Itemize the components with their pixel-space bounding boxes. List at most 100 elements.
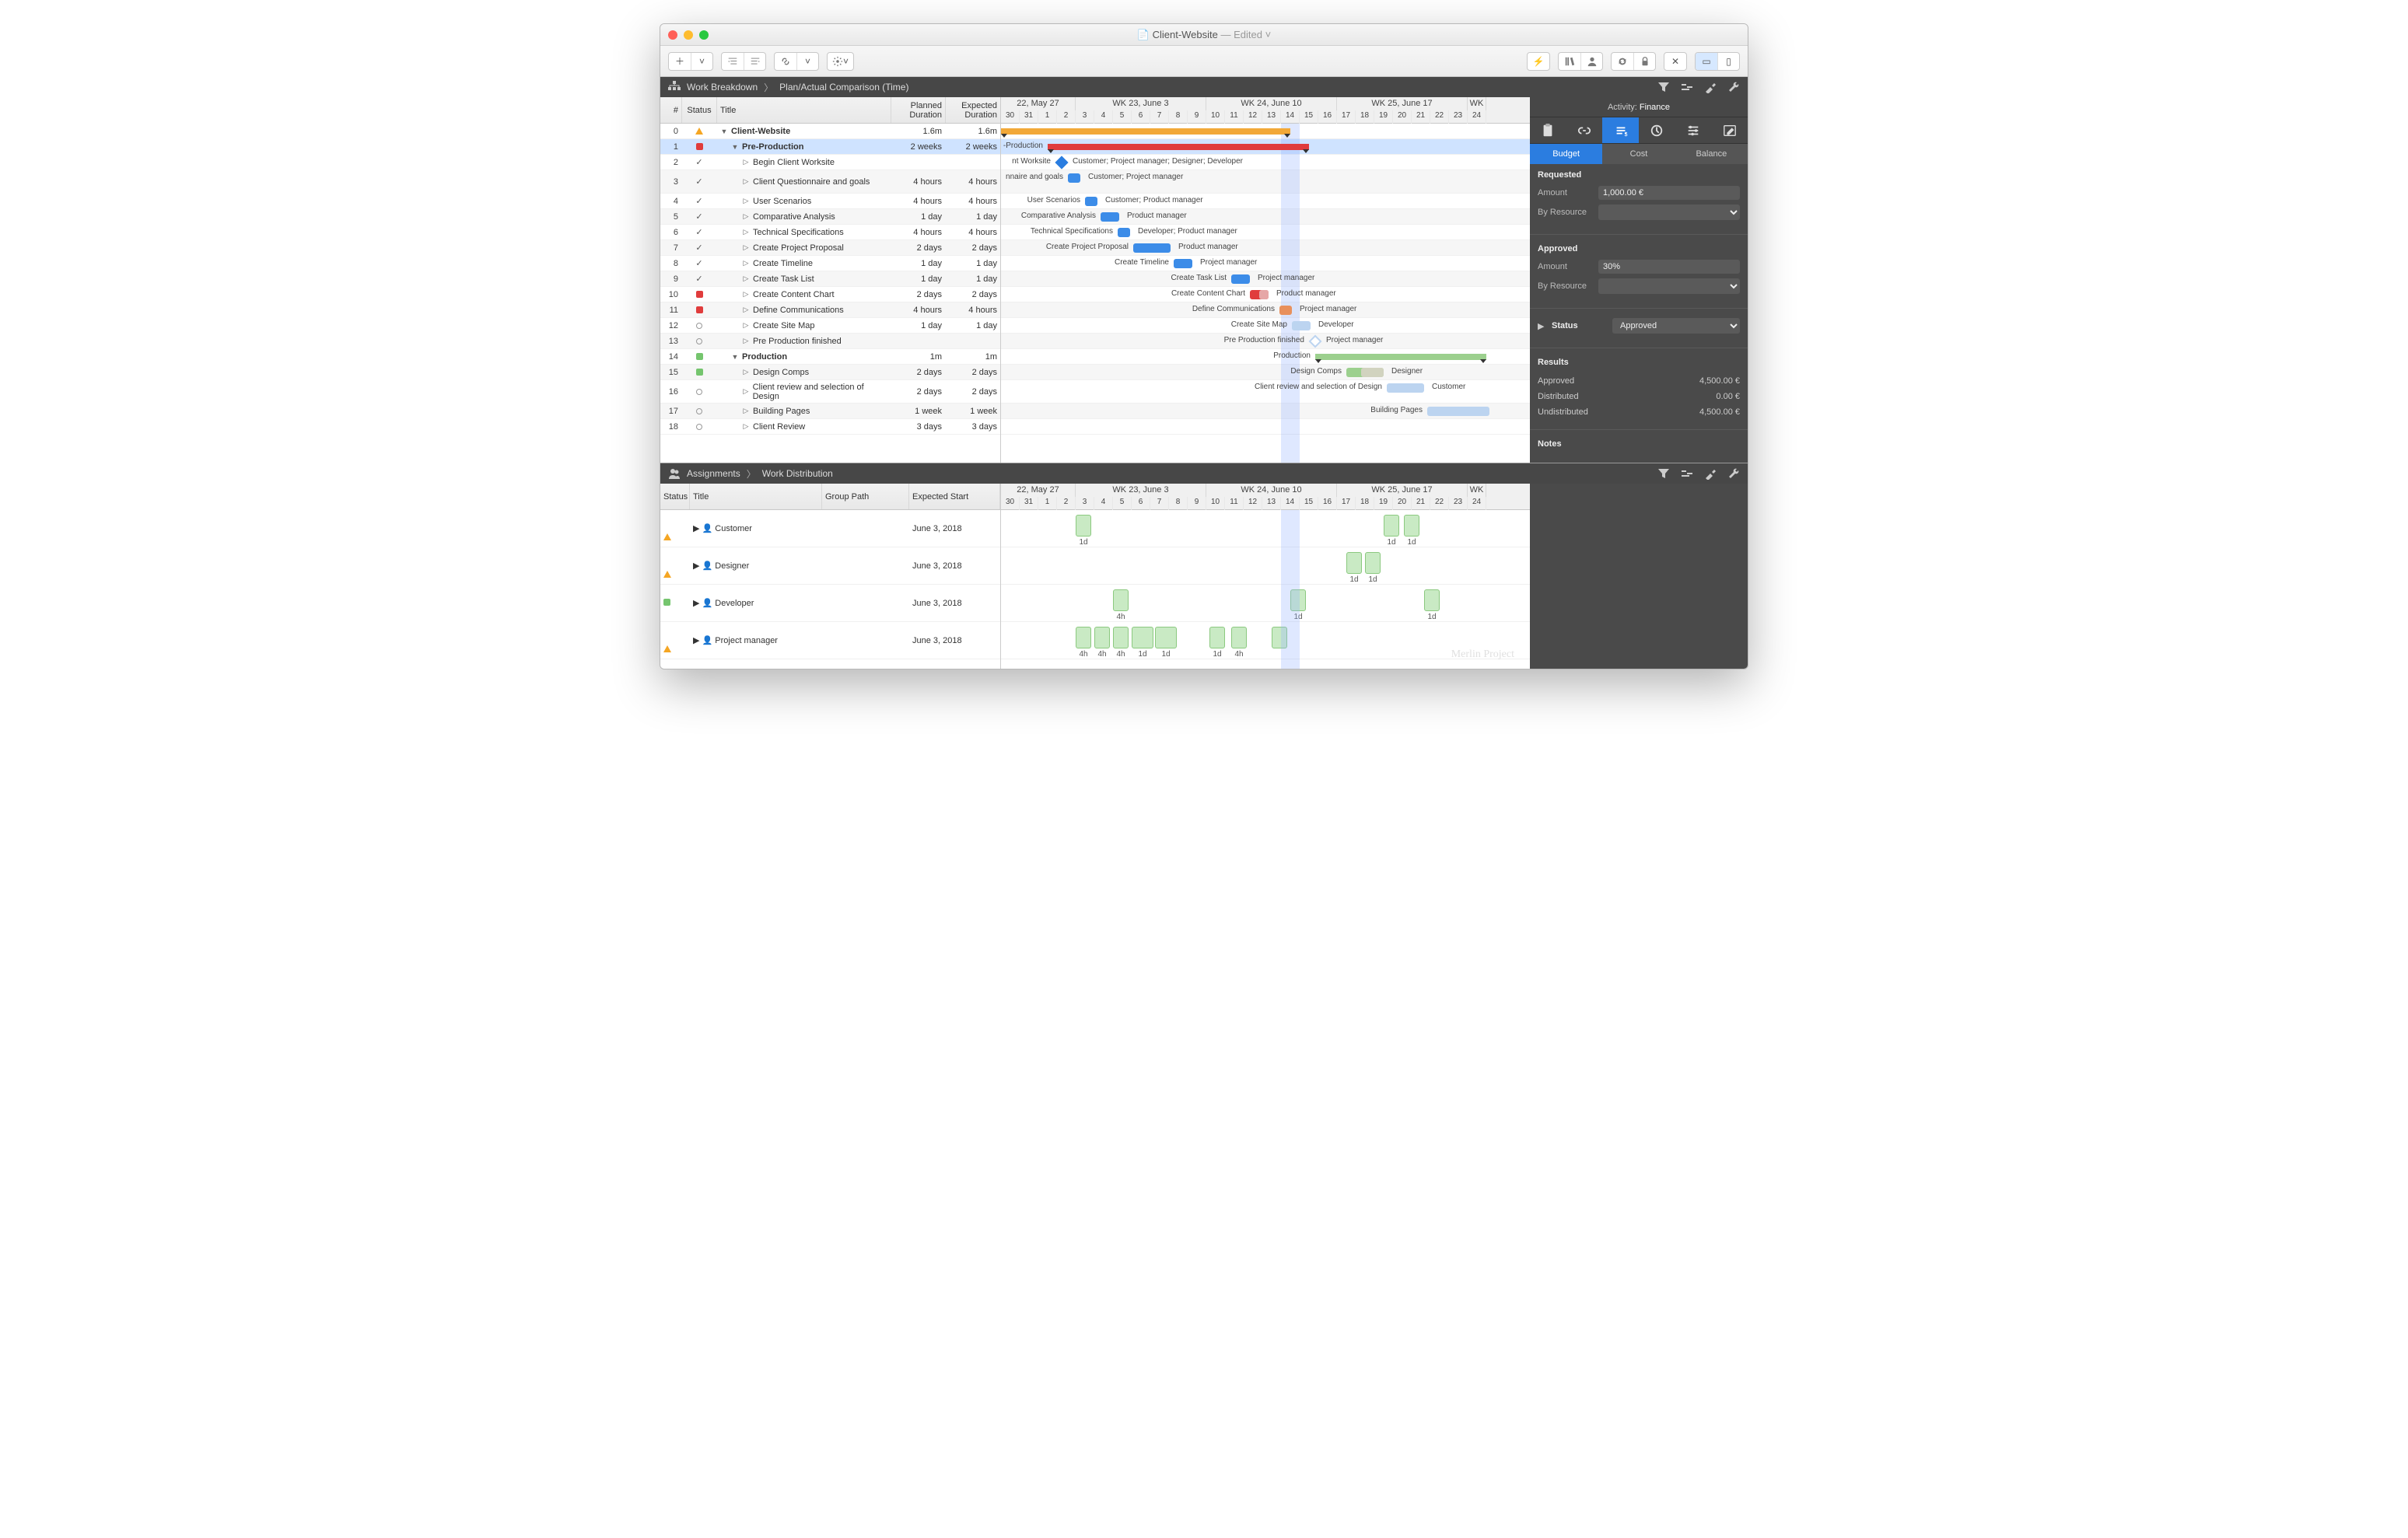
wbs-icon <box>668 81 681 93</box>
subtab-budget[interactable]: Budget <box>1530 144 1602 164</box>
task-row[interactable]: 8 ▷ Create Timeline 1 day 1 day <box>660 256 1000 271</box>
task-row[interactable]: 10 ▷ Create Content Chart 2 days 2 days <box>660 287 1000 302</box>
library-button[interactable] <box>1559 53 1580 70</box>
work-dist-row: 1d1d <box>1001 547 1530 585</box>
resource-row[interactable]: ▶ 👤 Developer June 3, 2018 <box>660 585 1000 622</box>
brand-watermark: Merlin Project <box>1451 648 1514 661</box>
gantt-row: Building Pages <box>1001 404 1530 419</box>
resource-list-pane: Status Title Group Path Expected Start ▶… <box>660 484 1001 669</box>
status-disclosure[interactable]: ▶ <box>1538 321 1545 331</box>
approved-amount[interactable] <box>1598 260 1740 274</box>
task-row[interactable]: 3 ▷ Client Questionnaire and goals 4 hou… <box>660 170 1000 194</box>
insp-tab-plan[interactable] <box>1530 117 1566 143</box>
task-row[interactable]: 0 ▼ Client-Website 1.6m 1.6m <box>660 124 1000 139</box>
insp-tab-dependency[interactable] <box>1566 117 1603 143</box>
insp-tab-edit[interactable] <box>1711 117 1748 143</box>
breadcrumb-top: Work Breakdown 〉 Plan/Actual Comparison … <box>660 77 1748 97</box>
critical-icon[interactable] <box>1681 81 1693 93</box>
insp-tab-resource[interactable] <box>1639 117 1675 143</box>
bolt-button[interactable]: ⚡ <box>1528 53 1549 70</box>
task-row[interactable]: 13 ▷ Pre Production finished <box>660 334 1000 349</box>
lock-button[interactable] <box>1633 53 1655 70</box>
task-row[interactable]: 17 ▷ Building Pages 1 week 1 week <box>660 404 1000 419</box>
inspector-title-value: Finance <box>1640 103 1670 112</box>
gantt-row: Technical SpecificationsDeveloper; Produ… <box>1001 225 1530 240</box>
assignments-icon <box>668 467 681 480</box>
task-row[interactable]: 4 ▷ User Scenarios 4 hours 4 hours <box>660 194 1000 209</box>
task-row[interactable]: 16 ▷ Client review and selection of Desi… <box>660 380 1000 404</box>
outline-pane: # Status Title Planned Duration Expected… <box>660 97 1001 463</box>
gantt-row: nnaire and goalsCustomer; Project manage… <box>1001 170 1530 194</box>
task-row[interactable]: 5 ▷ Comparative Analysis 1 day 1 day <box>660 209 1000 225</box>
filter-icon[interactable] <box>1657 467 1670 480</box>
indent-button[interactable] <box>722 53 744 70</box>
gantt-row: Production <box>1001 349 1530 365</box>
subtab-balance[interactable]: Balance <box>1675 144 1748 164</box>
outline-rows: 0 ▼ Client-Website 1.6m 1.6m 1 ▼ Pre-Pro… <box>660 124 1000 435</box>
wrench-icon[interactable] <box>1727 467 1740 480</box>
gantt-row: Create Site MapDeveloper <box>1001 318 1530 334</box>
breadcrumb-leaf[interactable]: Plan/Actual Comparison (Time) <box>779 82 908 93</box>
gantt-row: nt-Website <box>1001 124 1530 139</box>
inspector-title-label: Activity: <box>1608 103 1637 112</box>
requested-amount[interactable] <box>1598 186 1740 200</box>
minimize-window-button[interactable] <box>684 30 693 40</box>
col-planned[interactable]: Planned Duration <box>891 97 946 123</box>
bottom-panel: Assignments 〉 Work Distribution Status T… <box>660 463 1748 669</box>
view-toggle-main[interactable]: ▭ <box>1696 53 1717 70</box>
col-num[interactable]: # <box>660 97 682 123</box>
close-window-button[interactable] <box>668 30 677 40</box>
link-dropdown[interactable]: ˅ <box>796 53 818 70</box>
work-dist-row: 1d1d1d <box>1001 510 1530 547</box>
task-row[interactable]: 7 ▷ Create Project Proposal 2 days 2 day… <box>660 240 1000 256</box>
view-toggle-inspector[interactable]: ▯ <box>1717 53 1739 70</box>
critical-icon[interactable] <box>1681 467 1693 480</box>
gantt-row: nt WorksiteCustomer; Project manager; De… <box>1001 155 1530 170</box>
user-button[interactable] <box>1580 53 1602 70</box>
status-select[interactable]: Approved <box>1612 318 1740 334</box>
insp-tab-finance[interactable]: $ <box>1602 117 1639 143</box>
zoom-window-button[interactable] <box>699 30 709 40</box>
link-button[interactable] <box>775 53 796 70</box>
tools-button[interactable]: ✕ <box>1664 53 1686 70</box>
window: 📄 Client-Website — Edited ˅ ＋ ˅ ˅ <box>660 23 1748 669</box>
add-button[interactable]: ＋ <box>669 53 691 70</box>
col-status[interactable]: Status <box>682 97 717 123</box>
gear-dropdown[interactable]: ˅ <box>828 53 853 70</box>
subtab-cost[interactable]: Cost <box>1602 144 1675 164</box>
approved-by-resource[interactable] <box>1598 278 1740 294</box>
insp-tab-style[interactable] <box>1675 117 1712 143</box>
task-row[interactable]: 12 ▷ Create Site Map 1 day 1 day <box>660 318 1000 334</box>
gantt-row: Pre Production finishedProject manager <box>1001 334 1530 349</box>
task-row[interactable]: 15 ▷ Design Comps 2 days 2 days <box>660 365 1000 380</box>
outdent-button[interactable] <box>744 53 765 70</box>
paint-icon[interactable] <box>1704 467 1717 480</box>
task-row[interactable]: 11 ▷ Define Communications 4 hours 4 hou… <box>660 302 1000 318</box>
task-row[interactable]: 6 ▷ Technical Specifications 4 hours 4 h… <box>660 225 1000 240</box>
requested-by-resource[interactable] <box>1598 204 1740 220</box>
gantt-row: Create Project ProposalProduct manager <box>1001 240 1530 256</box>
paint-icon[interactable] <box>1704 81 1717 93</box>
task-row[interactable]: 14 ▼ Production 1m 1m <box>660 349 1000 365</box>
filter-icon[interactable] <box>1657 81 1670 93</box>
resource-row[interactable]: ▶ 👤 Customer June 3, 2018 <box>660 510 1000 547</box>
col-expected[interactable]: Expected Duration <box>946 97 1000 123</box>
titlebar: 📄 Client-Website — Edited ˅ <box>660 24 1748 46</box>
task-row[interactable]: 9 ▷ Create Task List 1 day 1 day <box>660 271 1000 287</box>
work-dist-row: 4h1d1d <box>1001 585 1530 622</box>
task-row[interactable]: 1 ▼ Pre-Production 2 weeks 2 weeks <box>660 139 1000 155</box>
gantt-row <box>1001 419 1530 435</box>
work-dist-pane: 22, May 27WK 23, June 3WK 24, June 10WK … <box>1001 484 1530 669</box>
task-row[interactable]: 18 ▷ Client Review 3 days 3 days <box>660 419 1000 435</box>
gantt-row: Comparative AnalysisProduct manager <box>1001 209 1530 225</box>
resource-row[interactable]: ▶ 👤 Project manager June 3, 2018 <box>660 622 1000 659</box>
gantt-row: -Production <box>1001 139 1530 155</box>
gantt-row: Define CommunicationsProject manager <box>1001 302 1530 318</box>
wrench-icon[interactable] <box>1727 81 1740 93</box>
task-row[interactable]: 2 ▷ Begin Client Worksite <box>660 155 1000 170</box>
col-title[interactable]: Title <box>717 97 891 123</box>
breadcrumb-root[interactable]: Work Breakdown <box>687 82 758 93</box>
resource-row[interactable]: ▶ 👤 Designer June 3, 2018 <box>660 547 1000 585</box>
sync-button[interactable] <box>1612 53 1633 70</box>
add-dropdown[interactable]: ˅ <box>691 53 712 70</box>
